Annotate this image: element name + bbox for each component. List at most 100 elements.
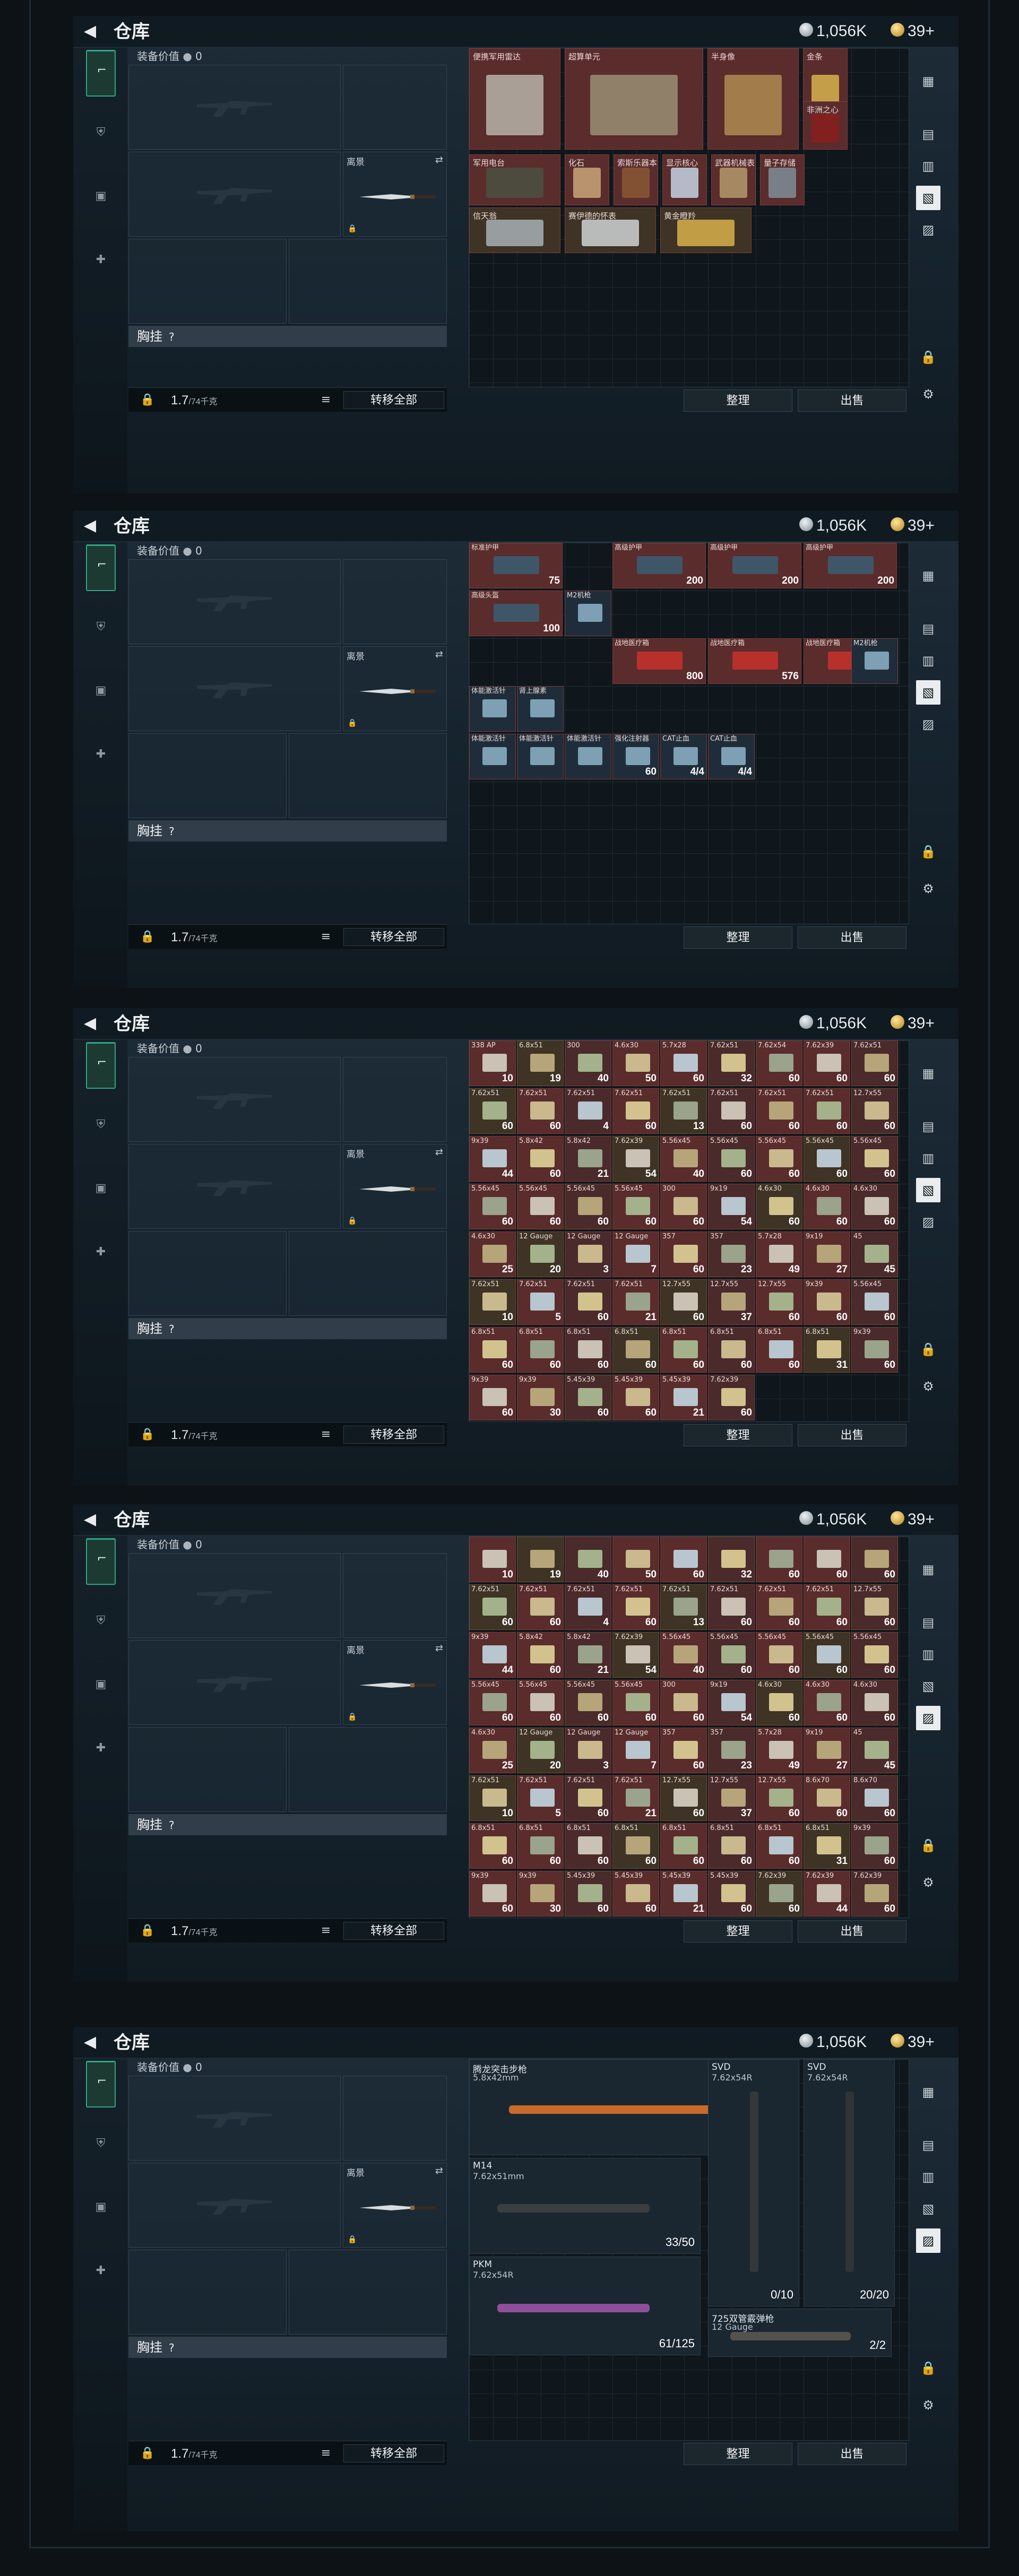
sort-button[interactable]: 整理: [684, 1424, 792, 1446]
stash-item[interactable]: 肾上腺素: [517, 686, 564, 732]
ammo-stack[interactable]: 6.8x51 60: [612, 1327, 659, 1373]
ammo-stack[interactable]: 9x39 60: [469, 1871, 516, 1916]
pistol-slot[interactable]: [343, 1553, 447, 1638]
ammo-stack[interactable]: 7.62x51 10: [469, 1279, 516, 1325]
stash-item[interactable]: M2机枪: [851, 638, 898, 684]
ammo-stack[interactable]: 357 23: [708, 1728, 755, 1773]
ammo-stack[interactable]: 5.7x28 60: [660, 1040, 707, 1086]
ammo-stack[interactable]: 7.62x39 60: [756, 1871, 802, 1916]
ammo-stack[interactable]: 19: [517, 1537, 564, 1582]
ammo-stack[interactable]: 7.62x54 60: [756, 1040, 802, 1086]
stash-page-icon[interactable]: ▨: [916, 712, 940, 736]
ammo-stack[interactable]: 4.6x30 60: [804, 1680, 850, 1725]
lock-icon[interactable]: 🔒: [916, 2356, 940, 2380]
stash-item[interactable]: 黄金瞪羚: [660, 207, 752, 253]
ammo-stack[interactable]: 7.62x51 21: [612, 1279, 659, 1325]
stash-item[interactable]: CAT止血 4/4: [708, 734, 755, 779]
ammo-stack[interactable]: 300 60: [660, 1680, 707, 1725]
chest-rig-slot[interactable]: 胸挂?: [128, 326, 447, 347]
chevron-left-icon[interactable]: ◀: [84, 22, 96, 40]
ammo-stack[interactable]: 7.62x51 4: [565, 1088, 611, 1134]
lock-icon[interactable]: 🔒: [916, 345, 940, 369]
ammo-stack[interactable]: 357 60: [660, 1728, 707, 1773]
stash-tab-icon[interactable]: ▤: [916, 122, 940, 146]
helmet-tab-icon[interactable]: ▦: [916, 69, 940, 93]
ammo-stack[interactable]: 7.62x51 60: [804, 1584, 850, 1630]
ammo-stack[interactable]: 60: [851, 1537, 898, 1582]
chevron-left-icon[interactable]: ◀: [84, 517, 96, 535]
swap-icon[interactable]: ⇄: [435, 1147, 443, 1158]
ammo-stack[interactable]: 5.56x45 60: [612, 1184, 659, 1229]
ammo-stack[interactable]: 357 23: [708, 1231, 755, 1277]
ammo-stack[interactable]: 12.7x55 60: [851, 1088, 898, 1134]
ammo-stack[interactable]: 7.62x51 60: [708, 1584, 755, 1630]
ammo-stack[interactable]: 4.6x30 50: [612, 1040, 659, 1086]
weapon-card[interactable]: SVD 7.62x54R 20/20: [804, 2059, 895, 2306]
ammo-stack[interactable]: 7.62x51 13: [660, 1088, 707, 1134]
list-view-icon[interactable]: ≡: [315, 1924, 336, 1938]
ammo-stack[interactable]: 4.6x30 60: [756, 1680, 802, 1725]
stash-item[interactable]: 高级护甲 200: [804, 543, 897, 588]
ammo-stack[interactable]: 7.62x51 60: [708, 1088, 755, 1134]
medkit-category-tab[interactable]: ✚: [86, 1233, 116, 1270]
ammo-stack[interactable]: 6.8x51 60: [660, 1327, 707, 1373]
medkit-category-tab[interactable]: ✚: [86, 241, 116, 278]
swap-icon[interactable]: ⇄: [435, 154, 443, 166]
weapon-category-tab[interactable]: ⌐: [86, 1042, 116, 1089]
ammo-stack[interactable]: 8.6x70 60: [804, 1775, 850, 1821]
ammo-stack[interactable]: 5.45x39 60: [708, 1871, 755, 1916]
transfer-all-button[interactable]: 转移全部: [343, 928, 444, 946]
ammo-stack[interactable]: 7.62x51 60: [756, 1584, 802, 1630]
ammo-stack[interactable]: 5.56x45 60: [469, 1184, 516, 1229]
ammo-stack[interactable]: 5.56x45 40: [660, 1136, 707, 1182]
stash-page-icon[interactable]: ▧: [916, 1178, 940, 1202]
stash-page-icon[interactable]: ▥: [916, 648, 940, 673]
ammo-stack[interactable]: 4.6x30 60: [804, 1184, 850, 1229]
helmet-slot[interactable]: [128, 1727, 287, 1812]
swap-icon[interactable]: ⇄: [435, 1643, 443, 1654]
stash-item[interactable]: 标准护甲 75: [469, 543, 563, 588]
stash-item[interactable]: CAT止血 4/4: [660, 734, 707, 779]
primary-weapon-slot[interactable]: [128, 1057, 341, 1142]
primary-weapon-slot[interactable]: [128, 2076, 341, 2161]
stash-item[interactable]: 非洲之心: [803, 101, 848, 150]
ammo-stack[interactable]: 9x19 54: [708, 1680, 755, 1725]
ammo-stack[interactable]: 5.8x42 21: [565, 1632, 611, 1678]
ammo-stack[interactable]: 5.56x45 60: [517, 1680, 564, 1725]
ammo-stack[interactable]: 5.7x28 49: [756, 1231, 802, 1277]
ammo-stack[interactable]: 7.62x51 5: [517, 1279, 564, 1325]
ammo-stack[interactable]: 7.62x39 54: [612, 1136, 659, 1182]
ammo-stack[interactable]: 5.8x42 60: [517, 1632, 564, 1678]
pistol-slot[interactable]: [343, 65, 447, 150]
ammo-stack[interactable]: 4.6x30 25: [469, 1231, 516, 1277]
ammo-stack[interactable]: 4.6x30 25: [469, 1728, 516, 1773]
secondary-weapon-slot[interactable]: [128, 646, 341, 731]
stash-item[interactable]: 战地医疗箱 800: [612, 638, 706, 684]
secondary-weapon-slot[interactable]: [128, 2163, 341, 2248]
ammo-stack[interactable]: 5.45x39 60: [612, 1871, 659, 1916]
ammo-stack[interactable]: 10: [469, 1537, 516, 1582]
list-view-icon[interactable]: ≡: [315, 393, 336, 407]
ammo-stack[interactable]: 7.62x51 60: [756, 1088, 802, 1134]
stash-item[interactable]: 赛伊德的怀表: [565, 207, 656, 253]
stash-page-icon[interactable]: ▥: [916, 2165, 940, 2189]
gear-icon[interactable]: ⚙: [916, 2393, 940, 2417]
secondary-weapon-slot[interactable]: [128, 1144, 341, 1229]
gear-icon[interactable]: ⚙: [916, 877, 940, 901]
ammo-stack[interactable]: 5.56x45 60: [804, 1632, 850, 1678]
chest-rig-slot[interactable]: 胸挂?: [128, 820, 447, 842]
ammo-stack[interactable]: 12.7x55 60: [851, 1584, 898, 1630]
ammo-stack[interactable]: 6.8x51 60: [517, 1823, 564, 1869]
ammo-stack[interactable]: 5.56x45 60: [756, 1136, 802, 1182]
ammo-stack[interactable]: 5.56x45 60: [469, 1680, 516, 1725]
ammo-stack[interactable]: 7.62x51 60: [469, 1088, 516, 1134]
ammo-stack[interactable]: 5.45x39 60: [565, 1871, 611, 1916]
ammo-stack[interactable]: 7.62x51 60: [565, 1279, 611, 1325]
ammo-stack[interactable]: 357 60: [660, 1231, 707, 1277]
ammo-stack[interactable]: 5.45x39 60: [612, 1375, 659, 1420]
stash-page-icon[interactable]: ▨: [916, 1210, 940, 1234]
primary-weapon-slot[interactable]: [128, 559, 341, 644]
weapon-card[interactable]: M14 7.62x51mm 33/50: [469, 2158, 701, 2254]
ammo-stack[interactable]: 6.8x51 60: [612, 1823, 659, 1869]
ammo-stack[interactable]: 7.62x51 60: [851, 1040, 898, 1086]
